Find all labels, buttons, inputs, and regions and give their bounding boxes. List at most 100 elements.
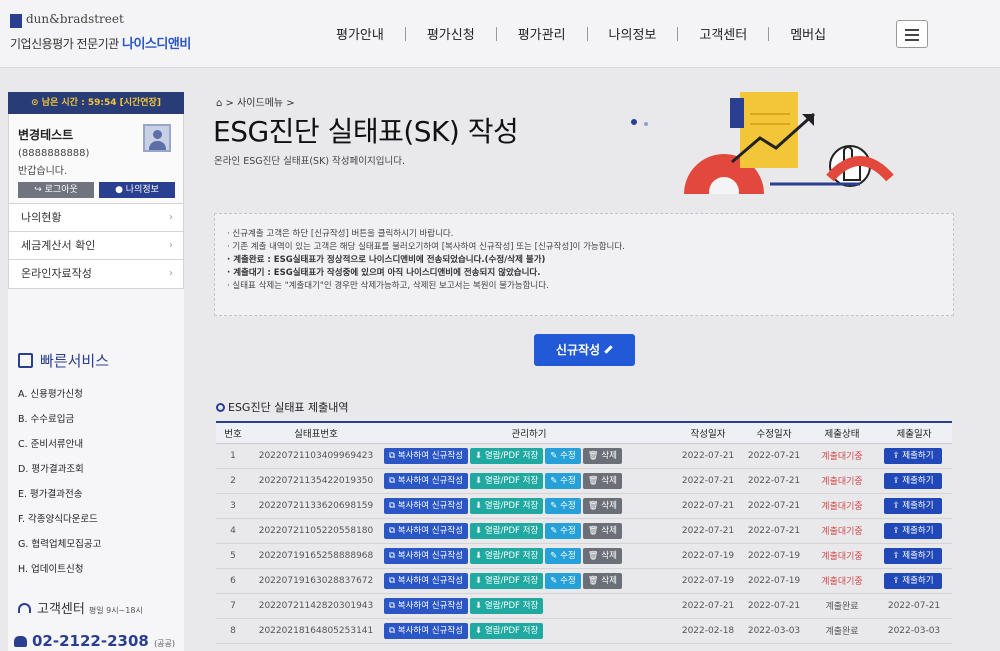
copy-new-label: 복사하여 신규작성	[397, 575, 464, 586]
chevron-right-icon: ›	[169, 240, 173, 251]
copy-new-button[interactable]: ⧉ 복사하여 신규작성	[384, 547, 469, 564]
quick-item-credit-apply[interactable]: A. 신용평가신청	[18, 382, 101, 407]
notice-box: · 신규계출 고객은 하단 [신규작성] 버튼을 클릭하시기 바랍니다. · 기…	[214, 213, 954, 316]
quick-item-update-request[interactable]: H. 업데이트신청	[18, 557, 101, 582]
nav-item-eval-apply[interactable]: 평가신청	[406, 24, 496, 43]
edit-button[interactable]: ✎ 수정	[545, 497, 581, 514]
phone-icon	[14, 636, 27, 647]
copy-new-button[interactable]: ⧉ 복사하여 신규작성	[384, 497, 469, 514]
nav-item-membership[interactable]: 멤버십	[769, 24, 847, 43]
quick-item-documents[interactable]: C. 준비서류안내	[18, 432, 101, 457]
table-row: 2 20220721135422019350 ⧉ 복사하여 신규작성 ⬇ 열람/PDF…	[216, 468, 952, 494]
cell-no: 4	[216, 518, 250, 544]
session-timer[interactable]: ⊙ 남은 시간 : 59:54 [시간연장]	[8, 92, 184, 114]
headset-icon	[18, 603, 31, 613]
submit-button[interactable]: ⇪ 제출하기	[884, 572, 942, 589]
logo-tagline: 기업신용평가 전문기관 나이스디앤비	[10, 33, 191, 52]
copy-new-label: 복사하여 신규작성	[397, 625, 464, 636]
edit-button[interactable]: ✎ 수정	[545, 447, 581, 464]
submit-button[interactable]: ⇪ 제출하기	[884, 472, 942, 489]
copy-new-button[interactable]: ⧉ 복사하여 신규작성	[384, 522, 469, 539]
quick-item-form-download[interactable]: F. 각종양식다운로드	[18, 507, 101, 532]
view-pdf-button[interactable]: ⬇ 열람/PDF 저장	[470, 497, 544, 514]
submit-button[interactable]: ⇪ 제출하기	[884, 497, 942, 514]
view-pdf-button[interactable]: ⬇ 열람/PDF 저장	[470, 597, 544, 614]
quick-item-fee-payment[interactable]: B. 수수료입금	[18, 407, 101, 432]
edit-icon: ✎	[550, 575, 558, 586]
edit-button[interactable]: ✎ 수정	[545, 547, 581, 564]
section-title-label: ESG진단 실태표 제출내역	[228, 401, 349, 414]
copy-new-button[interactable]: ⧉ 복사하여 신규작성	[384, 572, 469, 589]
cell-modified: 2022-07-19	[740, 568, 808, 594]
col-header-report-id: 실태표번호	[250, 421, 382, 444]
view-pdf-label: 열람/PDF 저장	[484, 500, 539, 511]
sidebar-item-my-status[interactable]: 나의현황 ›	[9, 204, 183, 232]
delete-button[interactable]: 🗑 삭제	[582, 572, 622, 589]
submit-icon: ⇪	[892, 500, 900, 511]
copy-new-button[interactable]: ⧉ 복사하여 신규작성	[384, 622, 469, 639]
copy-new-button[interactable]: ⧉ 복사하여 신규작성	[384, 447, 469, 464]
logo-brand: dun&bradstreet	[26, 12, 124, 26]
logout-button[interactable]: ↪ 로그아웃	[18, 182, 94, 198]
copy-new-icon: ⧉	[389, 575, 396, 586]
delete-button[interactable]: 🗑 삭제	[582, 447, 622, 464]
view-pdf-button[interactable]: ⬇ 열람/PDF 저장	[470, 572, 544, 589]
view-pdf-button[interactable]: ⬇ 열람/PDF 저장	[470, 472, 544, 489]
delete-button[interactable]: 🗑 삭제	[582, 497, 622, 514]
table-row: 5 20220719165258888968 ⧉ 복사하여 신규작성 ⬇ 열람/PDF…	[216, 543, 952, 569]
sidebar-item-online-data[interactable]: 온라인자료작성 ›	[9, 260, 183, 288]
hero-document	[740, 92, 798, 168]
nav-item-eval-guide[interactable]: 평가안내	[315, 24, 405, 43]
edit-button[interactable]: ✎ 수정	[545, 572, 581, 589]
view-pdf-label: 열람/PDF 저장	[484, 575, 539, 586]
copy-new-button[interactable]: ⧉ 복사하여 신규작성	[384, 472, 469, 489]
view-pdf-icon: ⬇	[475, 475, 483, 486]
cell-report-id: 20220721135422019350	[250, 468, 382, 494]
submit-label: 제출하기	[902, 525, 934, 536]
delete-label: 삭제	[601, 525, 617, 536]
delete-label: 삭제	[601, 450, 617, 461]
copy-new-icon: ⧉	[389, 500, 396, 511]
submit-button[interactable]: ⇪ 제출하기	[884, 522, 942, 539]
new-report-button[interactable]: 신규작성	[534, 334, 635, 366]
home-icon[interactable]: ⌂	[216, 98, 222, 109]
delete-button[interactable]: 🗑 삭제	[582, 472, 622, 489]
edit-button[interactable]: ✎ 수정	[545, 472, 581, 489]
quick-item-result-lookup[interactable]: D. 평가결과조회	[18, 457, 101, 482]
quick-item-result-send[interactable]: E. 평가결과전송	[18, 482, 101, 507]
hamburger-icon-bar	[905, 39, 919, 41]
delete-button[interactable]: 🗑 삭제	[582, 547, 622, 564]
cell-submit: ⇪ 제출하기	[876, 443, 952, 469]
copy-new-button[interactable]: ⧉ 복사하여 신규작성	[384, 597, 469, 614]
customer-center-title: 고객센터 평일 9시~18시	[18, 598, 143, 617]
page-description: 온라인 ESG진단 실태표(SK) 작성페이지입니다.	[214, 156, 405, 167]
cell-actions: ⧉ 복사하여 신규작성 ⬇ 열람/PDF 저장 ✎ 수정 🗑 삭제	[382, 543, 676, 569]
submit-button[interactable]: ⇪ 제출하기	[884, 447, 942, 464]
cell-modified: 2022-07-21	[740, 518, 808, 544]
phone-note: (공공)	[154, 639, 176, 648]
nav-item-eval-manage[interactable]: 평가관리	[497, 24, 587, 43]
view-pdf-button[interactable]: ⬇ 열람/PDF 저장	[470, 547, 544, 564]
nav-item-customer-center[interactable]: 고객센터	[678, 24, 768, 43]
view-pdf-button[interactable]: ⬇ 열람/PDF 저장	[470, 447, 544, 464]
view-pdf-button[interactable]: ⬇ 열람/PDF 저장	[470, 522, 544, 539]
chevron-right-icon: ›	[169, 212, 173, 223]
cell-report-id: 20220218164805253141	[250, 618, 382, 644]
breadcrumb-item[interactable]: 사이드메뉴	[237, 98, 283, 109]
my-info-button[interactable]: ● 나의정보	[99, 182, 175, 198]
quick-item-partner-notice[interactable]: G. 협력업체모집공고	[18, 532, 101, 557]
hamburger-menu-button[interactable]	[896, 20, 928, 48]
cell-no: 8	[216, 618, 250, 644]
cell-status: 계출대기중	[808, 443, 876, 469]
cell-status: 계출완료	[808, 593, 876, 619]
sidebar-item-tax-invoice[interactable]: 세금계산서 확인 ›	[9, 232, 183, 260]
cell-created: 2022-07-21	[676, 468, 740, 494]
delete-button[interactable]: 🗑 삭제	[582, 522, 622, 539]
submit-button[interactable]: ⇪ 제출하기	[884, 547, 942, 564]
view-pdf-button[interactable]: ⬇ 열람/PDF 저장	[470, 622, 544, 639]
edit-button[interactable]: ✎ 수정	[545, 522, 581, 539]
nav-item-my-info[interactable]: 나의정보	[588, 24, 678, 43]
quick-service-title: 빠른서비스	[18, 350, 109, 371]
sidebar-item-label: 나의현황	[21, 211, 62, 224]
delete-label: 삭제	[601, 500, 617, 511]
